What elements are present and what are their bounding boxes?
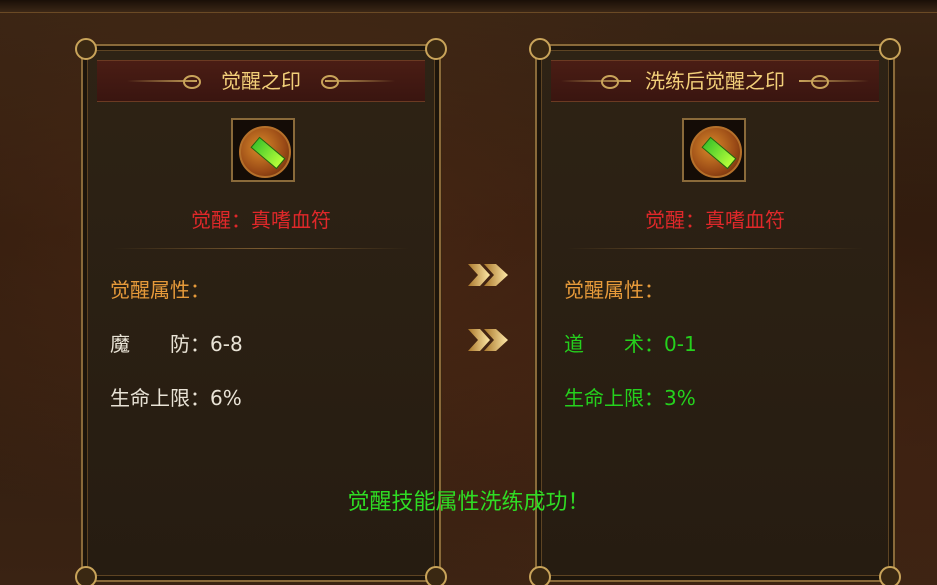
divider bbox=[113, 248, 409, 249]
blood-talisman-icon bbox=[690, 126, 742, 178]
double-arrow-right-icon bbox=[468, 329, 508, 351]
attr-heading: 觉醒属性： bbox=[110, 278, 210, 302]
divider bbox=[567, 248, 863, 249]
item-name: 觉醒：真嗜血符 bbox=[645, 208, 785, 232]
attr-heading: 觉醒属性： bbox=[564, 278, 664, 302]
header-flourish-right bbox=[799, 80, 869, 82]
talisman-tag bbox=[701, 136, 737, 170]
header-flourish-dot bbox=[321, 75, 339, 89]
top-frame-strip bbox=[0, 0, 937, 13]
panel-header: 洗练后觉醒之印 bbox=[551, 60, 879, 102]
panel-header: 觉醒之印 bbox=[97, 60, 425, 102]
corner-ornament bbox=[425, 566, 447, 585]
corner-ornament bbox=[529, 38, 551, 60]
item-slot[interactable] bbox=[682, 118, 746, 182]
corner-ornament bbox=[879, 566, 901, 585]
attr-line: 魔 防：6-8 bbox=[110, 332, 243, 356]
corner-ornament bbox=[75, 38, 97, 60]
attr-line: 生命上限：6% bbox=[110, 386, 242, 410]
corner-ornament bbox=[879, 38, 901, 60]
corner-ornament bbox=[425, 38, 447, 60]
corner-ornament bbox=[75, 566, 97, 585]
refine-awakening-window: 觉醒之印 觉醒：真嗜血符 觉醒属性： 魔 防：6-8 生命上限：6% 洗练后觉醒… bbox=[0, 0, 937, 585]
header-flourish-right bbox=[325, 80, 395, 82]
result-message: 觉醒技能属性洗练成功！ bbox=[347, 490, 590, 515]
item-slot[interactable] bbox=[231, 118, 295, 182]
item-name: 觉醒：真嗜血符 bbox=[191, 208, 331, 232]
corner-ornament bbox=[529, 566, 551, 585]
attr-line: 道 术：0-1 bbox=[564, 332, 697, 356]
double-arrow-right-icon bbox=[468, 264, 508, 286]
attr-line: 生命上限：3% bbox=[564, 386, 696, 410]
talisman-tag bbox=[250, 136, 286, 170]
blood-talisman-icon bbox=[239, 126, 291, 178]
header-flourish-dot bbox=[811, 75, 829, 89]
